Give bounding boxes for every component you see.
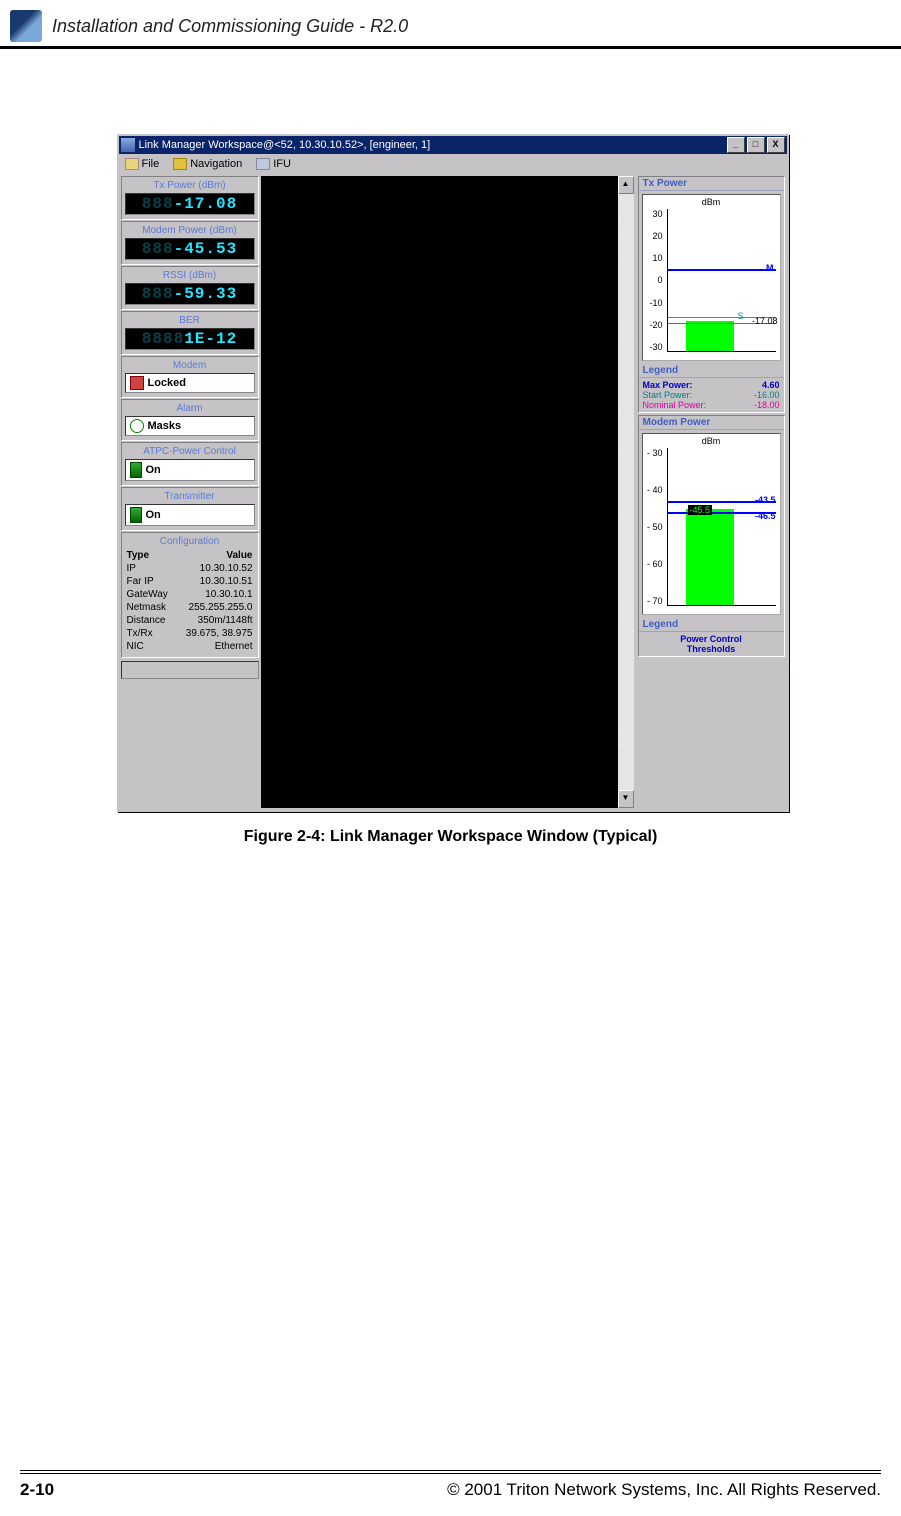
tx-legend: Max Power:4.60 Start Power:-16.00 Nomina…: [639, 378, 784, 412]
menu-file[interactable]: File: [125, 158, 160, 170]
modem-status: Locked: [125, 373, 255, 393]
modem-bar: [686, 509, 734, 605]
app-icon: [121, 138, 135, 152]
left-panel: Tx Power (dBm) 888-17.08 Modem Power (dB…: [119, 174, 261, 810]
config-row: Netmask255.255.255.0: [125, 601, 255, 614]
folder-icon: [125, 158, 139, 170]
window-title: Link Manager Workspace@<52, 10.30.10.52>…: [139, 139, 725, 151]
right-panel: Tx Power dBm 3020100-10-20-30 M S: [636, 174, 787, 810]
header-title: Installation and Commissioning Guide - R…: [52, 16, 408, 37]
masks-icon: [130, 419, 144, 433]
tx-power-chart-title: Tx Power: [639, 177, 784, 191]
ber-group: BER 88881E-12: [121, 311, 259, 355]
modem-chart-yticks: - 30- 40- 50- 60- 70: [645, 448, 663, 606]
modem-label: Modem: [125, 360, 255, 371]
scroll-down-button[interactable]: ▼: [618, 790, 634, 808]
on-icon: [130, 507, 142, 523]
modem-power-chart: dBm - 30- 40- 50- 60- 70 -45.5 -43.5 -46…: [642, 433, 781, 615]
modem-chart-plot: -45.5 -43.5 -46.5: [667, 448, 776, 606]
modem-power-chart-group: Modem Power dBm - 30- 40- 50- 60- 70 -45…: [638, 415, 785, 657]
figure-caption: Figure 2-4: Link Manager Workspace Windo…: [117, 828, 785, 846]
app-window: Link Manager Workspace@<52, 10.30.10.52>…: [117, 134, 789, 812]
titlebar[interactable]: Link Manager Workspace@<52, 10.30.10.52>…: [119, 136, 787, 154]
config-label: Configuration: [125, 536, 255, 547]
page-number: 2-10: [20, 1480, 54, 1500]
max-line: [668, 269, 776, 271]
page-footer: 2-10 © 2001 Triton Network Systems, Inc.…: [20, 1470, 881, 1500]
maximize-button[interactable]: □: [747, 137, 765, 153]
config-row: Tx/Rx39.675, 38.975: [125, 627, 255, 640]
s-label: S: [737, 311, 743, 321]
config-header: TypeValue: [125, 549, 255, 562]
ifu-icon: [256, 158, 270, 170]
center-canvas: [261, 176, 618, 808]
config-row: IP10.30.10.52: [125, 562, 255, 575]
tx-value-label: -17.08: [752, 316, 778, 326]
tx-chart-plot: M S -17.08: [667, 209, 776, 352]
alarm-group: Alarm Masks: [121, 399, 259, 441]
logo-icon: [10, 10, 42, 42]
upper-threshold-label: -43.5: [755, 495, 776, 505]
tx-power-value: 888-17.08: [125, 193, 255, 215]
menubar: File Navigation IFU: [119, 154, 787, 174]
modem-power-label: Modem Power (dBm): [125, 225, 255, 236]
vertical-scrollbar[interactable]: ▲ ▼: [618, 176, 634, 808]
config-row: Distance350m/1148ft: [125, 614, 255, 627]
figure: Link Manager Workspace@<52, 10.30.10.52>…: [117, 134, 785, 846]
modem-chart-title: Modem Power: [639, 416, 784, 430]
tx-power-chart: dBm 3020100-10-20-30 M S -17.08: [642, 194, 781, 361]
m-label: M: [766, 263, 774, 273]
alarm-label: Alarm: [125, 403, 255, 414]
on-icon: [130, 462, 142, 478]
modem-chart-unit: dBm: [702, 436, 721, 446]
tx-power-chart-group: Tx Power dBm 3020100-10-20-30 M S: [638, 176, 785, 413]
tx-legend-title: Legend: [639, 364, 784, 378]
atpc-group: ATPC-Power Control On: [121, 442, 259, 486]
config-row: GateWay10.30.10.1: [125, 588, 255, 601]
modem-legend-title: Legend: [639, 618, 784, 632]
alarm-status[interactable]: Masks: [125, 416, 255, 436]
config-row: Far IP10.30.10.51: [125, 575, 255, 588]
transmitter-label: Transmitter: [125, 491, 255, 502]
modem-bar-label: -45.5: [688, 505, 713, 515]
tx-power-label: Tx Power (dBm): [125, 180, 255, 191]
ber-label: BER: [125, 315, 255, 326]
lower-threshold-label: -46.5: [755, 511, 776, 521]
navigation-icon: [173, 158, 187, 170]
status-bar-blank: [121, 661, 259, 679]
menu-ifu[interactable]: IFU: [256, 158, 291, 170]
tx-chart-yticks: 3020100-10-20-30: [645, 209, 663, 352]
menu-navigation[interactable]: Navigation: [173, 158, 242, 170]
scroll-track[interactable]: [618, 194, 634, 790]
tx-bar: [686, 321, 734, 351]
modem-power-value: 888-45.53: [125, 238, 255, 260]
tx-power-group: Tx Power (dBm) 888-17.08: [121, 176, 259, 220]
lock-icon: [130, 376, 144, 390]
modem-status-group: Modem Locked: [121, 356, 259, 398]
config-row: NICEthernet: [125, 640, 255, 653]
scroll-up-button[interactable]: ▲: [618, 176, 634, 194]
close-button[interactable]: X: [767, 137, 785, 153]
modem-legend: Power Control Thresholds: [639, 632, 784, 656]
rssi-group: RSSI (dBm) 888-59.33: [121, 266, 259, 310]
atpc-status[interactable]: On: [125, 459, 255, 481]
ber-value: 88881E-12: [125, 328, 255, 350]
atpc-label: ATPC-Power Control: [125, 446, 255, 457]
page-header: Installation and Commissioning Guide - R…: [0, 0, 901, 49]
rssi-value: 888-59.33: [125, 283, 255, 305]
copyright: © 2001 Triton Network Systems, Inc. All …: [447, 1480, 881, 1500]
transmitter-status[interactable]: On: [125, 504, 255, 526]
modem-power-group: Modem Power (dBm) 888-45.53: [121, 221, 259, 265]
tx-chart-unit: dBm: [702, 197, 721, 207]
transmitter-group: Transmitter On: [121, 487, 259, 531]
minimize-button[interactable]: _: [727, 137, 745, 153]
configuration-group: Configuration TypeValue IP10.30.10.52 Fa…: [121, 532, 259, 658]
rssi-label: RSSI (dBm): [125, 270, 255, 281]
